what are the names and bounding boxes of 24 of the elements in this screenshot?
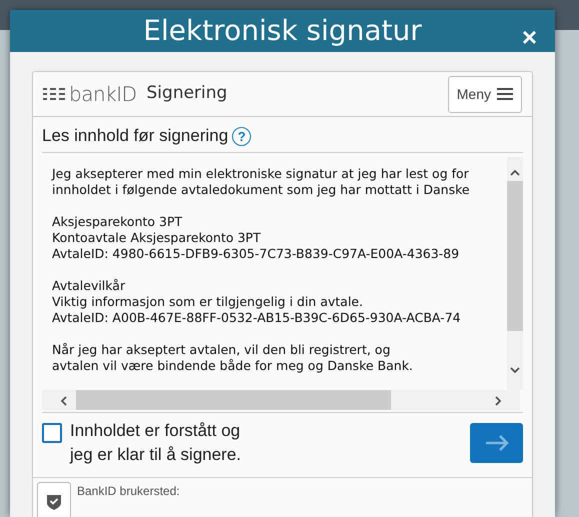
card-title: Signering <box>146 82 228 106</box>
arrow-right-icon <box>484 434 508 450</box>
scroll-right-icon[interactable] <box>495 396 502 406</box>
document-paragraph: Avtalevilkår Viktig informasjon som er tilgjengelig i din avtale. AvtaleID: A00B-467E-88FF-0532-AB15-B39C-6D65-930A-ACBA-74 <box>52 278 462 326</box>
menu-button[interactable]: Meny <box>448 76 522 112</box>
help-button[interactable]: ? <box>232 127 252 146</box>
shield-check-icon <box>47 494 61 510</box>
checkbox-label: Innholdet er forstått og jeg er klar til å signere. <box>70 420 242 466</box>
document-paragraph: Jeg aksepterer med min elektroniske signatur at jeg har lest og for innholdet i følgende avtaledokument som jeg har mottatt i Danske <box>52 166 471 198</box>
vertical-scrollbar[interactable] <box>507 157 523 390</box>
document-paragraph: Når jeg har akseptert avtalen, vil den bli registrert, og avtalen vil være bindende både for meg og Danske Bank. <box>52 342 414 374</box>
scroll-up-icon[interactable] <box>510 169 520 176</box>
bankid-logo-text: bankID <box>69 81 137 108</box>
checkbox[interactable] <box>42 423 62 443</box>
bankid-logo-icon <box>43 86 65 102</box>
scroll-down-icon[interactable] <box>510 367 520 374</box>
dialog-title: Elektronisk signatur <box>143 13 422 49</box>
close-button[interactable]: × <box>522 24 537 50</box>
merchant-label: BankID brukersted: <box>77 483 180 500</box>
scroll-left-icon[interactable] <box>60 396 67 406</box>
menu-icon <box>497 88 513 100</box>
section-heading: Les innhold før signering <box>42 124 228 146</box>
document-paragraph: Aksjesparekonto 3PT Kontoavtale Aksjesparekonto 3PT AvtaleID: 4980-6615-DFB9-6305-7C73-B839-C97A-E00A-4363-89 <box>52 214 460 262</box>
horizontal-scrollbar[interactable] <box>42 390 520 410</box>
